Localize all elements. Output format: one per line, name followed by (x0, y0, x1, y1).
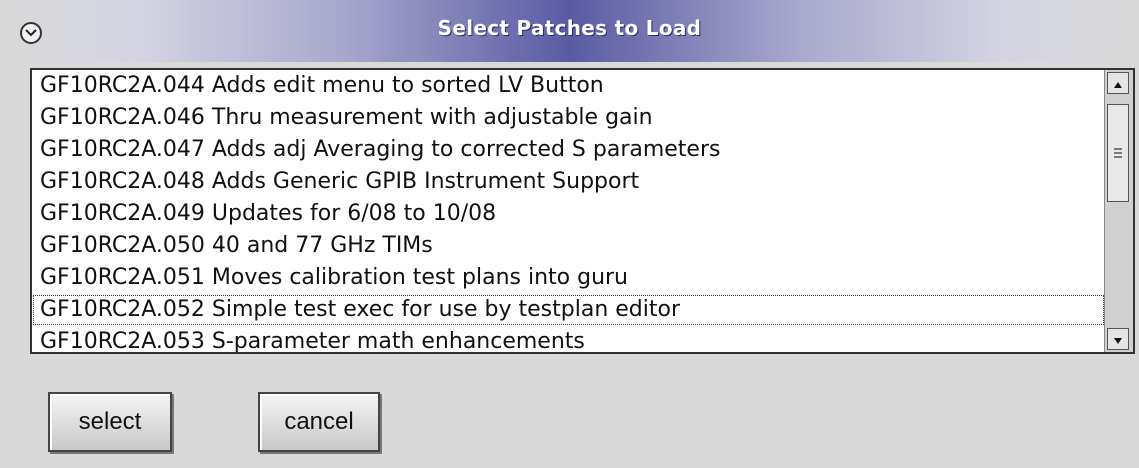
list-item[interactable]: GF10RC2A.052 Simple test exec for use by… (32, 294, 1105, 326)
list-item[interactable]: GF10RC2A.049 Updates for 6/08 to 10/08 (32, 198, 1105, 230)
triangle-down-icon (1113, 330, 1123, 349)
list-item[interactable]: GF10RC2A.050 40 and 77 GHz TIMs (32, 230, 1105, 262)
triangle-up-icon (1113, 74, 1123, 93)
list-item[interactable]: GF10RC2A.053 S-parameter math enhancemen… (32, 326, 1105, 352)
title-bar[interactable]: Select Patches to Load (0, 0, 1139, 62)
list-item[interactable]: GF10RC2A.044 Adds edit menu to sorted LV… (32, 70, 1105, 102)
patch-listbox[interactable]: GF10RC2A.044 Adds edit menu to sorted LV… (30, 68, 1135, 354)
list-item[interactable]: GF10RC2A.046 Thru measurement with adjus… (32, 102, 1105, 134)
grip-lines-icon (1113, 144, 1123, 163)
patch-list[interactable]: GF10RC2A.044 Adds edit menu to sorted LV… (32, 70, 1105, 352)
cancel-button[interactable]: cancel (258, 392, 380, 452)
vertical-scrollbar[interactable] (1104, 70, 1133, 352)
window-title: Select Patches to Load (437, 16, 702, 40)
select-patches-dialog: Select Patches to Load GF10RC2A.044 Adds… (0, 0, 1139, 468)
list-item[interactable]: GF10RC2A.047 Adds adj Averaging to corre… (32, 134, 1105, 166)
list-item[interactable]: GF10RC2A.048 Adds Generic GPIB Instrumen… (32, 166, 1105, 198)
scroll-thumb[interactable] (1107, 104, 1129, 202)
list-item[interactable]: GF10RC2A.051 Moves calibration test plan… (32, 262, 1105, 294)
select-button[interactable]: select (48, 392, 172, 452)
scroll-up-button[interactable] (1107, 72, 1129, 94)
scroll-down-button[interactable] (1107, 328, 1129, 350)
